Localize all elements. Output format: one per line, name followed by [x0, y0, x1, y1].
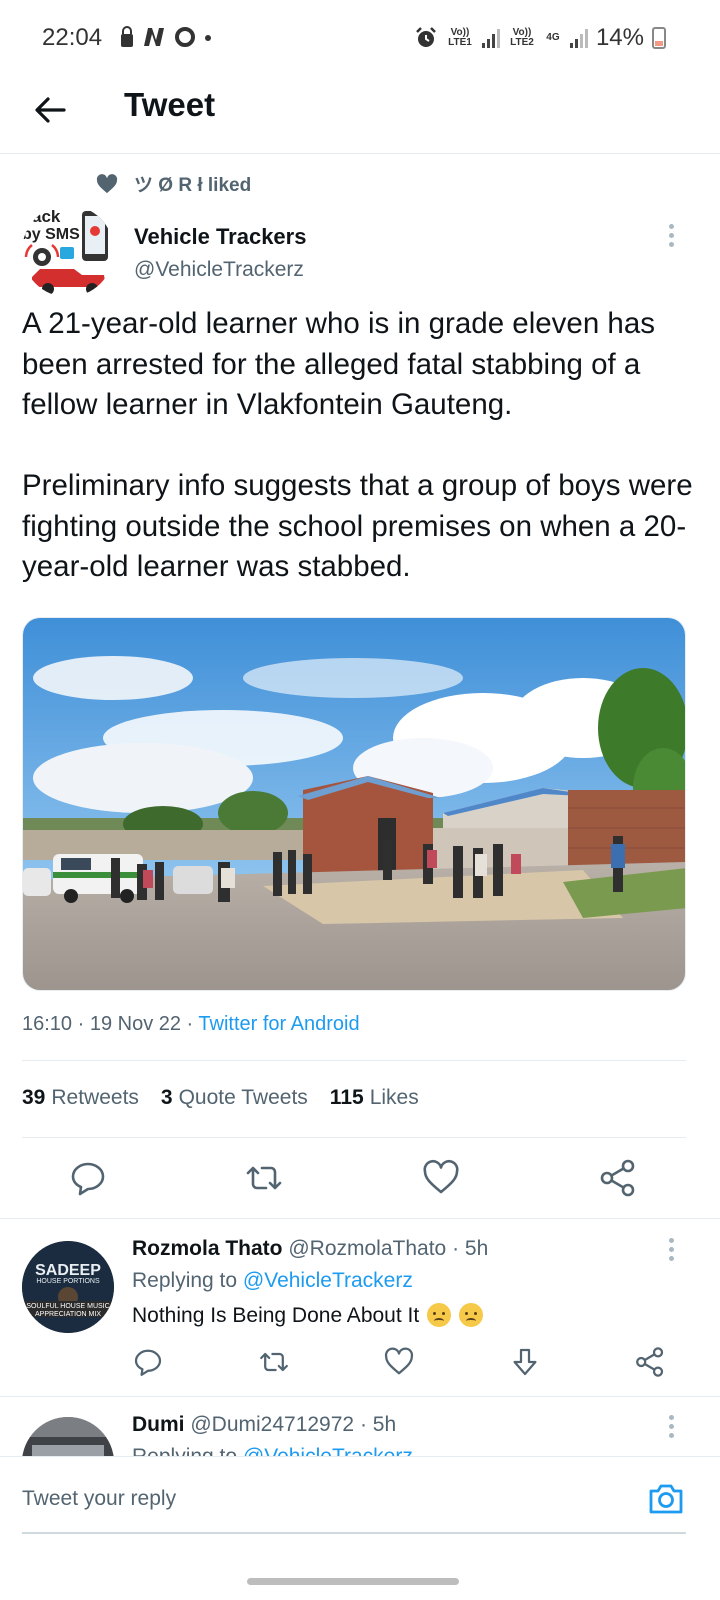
- reply-author-handle: @RozmolaThato: [288, 1237, 447, 1260]
- reply-author-name: Rozmola Thato: [132, 1237, 283, 1260]
- replying-prefix: Replying to: [132, 1269, 243, 1292]
- social-context[interactable]: ツ Ø R ł liked: [96, 170, 251, 197]
- tweet-paragraph-1: A 21-year-old learner who is in grade el…: [22, 307, 655, 421]
- school-scene-image: [23, 618, 685, 990]
- retweets-stat[interactable]: 39 Retweets: [22, 1086, 139, 1110]
- liked-by-text: ツ Ø R ł liked: [134, 175, 252, 196]
- avatar-image: SADEEP HOUSE PORTIONS SOULFUL HOUSE MUSI…: [22, 1241, 114, 1333]
- tweet-source-link[interactable]: Twitter for Android: [198, 1013, 359, 1035]
- status-right: Vo)) LTE1 Vo)) LTE2 4G 14%: [414, 24, 666, 52]
- replying-handle-link[interactable]: @VehicleTrackerz: [243, 1445, 413, 1456]
- tweet-paragraph-2: Preliminary info suggests that a group o…: [22, 469, 693, 583]
- reply-input-placeholder[interactable]: Tweet your reply: [22, 1487, 176, 1511]
- avatar-text-3: SOULFUL HOUSE MUSIC: [26, 1303, 109, 1310]
- author-handle[interactable]: @VehicleTrackerz: [134, 258, 304, 282]
- lock-notification-icon: [121, 26, 133, 47]
- divider: [22, 1137, 686, 1138]
- avatar-text-1: SADEEP: [35, 1262, 101, 1279]
- quote-tweets-stat[interactable]: 3 Quote Tweets: [161, 1086, 308, 1110]
- tweet-body: A 21-year-old learner who is in grade el…: [22, 304, 698, 628]
- camera-icon[interactable]: [646, 1479, 686, 1519]
- quotes-count: 3: [160, 1086, 173, 1109]
- signal-bars-1-icon: [481, 28, 500, 48]
- more-options-icon[interactable]: [667, 224, 675, 247]
- status-bar: 22:04 Vo)) LTE1 Vo)) LTE2 4G 14%: [0, 0, 720, 76]
- reply-body-text: Nothing Is Being Done About It: [132, 1304, 420, 1327]
- crying-face-emoji-icon: [427, 1303, 452, 1327]
- vehicle-tracker-logo: ack by SMS: [22, 205, 114, 297]
- circle-app-icon: [175, 27, 195, 47]
- reply-avatar[interactable]: [22, 1417, 114, 1456]
- battery-icon: [652, 27, 666, 49]
- reply-header[interactable]: Rozmola Thato @RozmolaThato · 5h: [132, 1237, 488, 1261]
- divider: [22, 1060, 686, 1061]
- avatar-text-2: HOUSE PORTIONS: [36, 1278, 100, 1285]
- likes-stat[interactable]: 115 Likes: [330, 1086, 419, 1110]
- reply-header[interactable]: Dumi @Dumi24712972 · 5h: [132, 1413, 396, 1437]
- author-avatar[interactable]: ack by SMS: [22, 205, 114, 297]
- gesture-nav-bar[interactable]: [247, 1578, 459, 1585]
- dot-icon: [205, 35, 211, 41]
- downvote-icon[interactable]: [509, 1346, 541, 1378]
- likes-label: Likes: [369, 1086, 419, 1109]
- replying-prefix: Replying to: [132, 1445, 243, 1456]
- reply-icon[interactable]: [68, 1158, 108, 1198]
- tweet-timestamp: 16:10 · 19 Nov 22 · Twitter for Android: [22, 1013, 360, 1036]
- network-type: 4G: [546, 32, 560, 43]
- likes-count: 115: [329, 1086, 364, 1109]
- back-arrow-icon[interactable]: [30, 90, 70, 130]
- retweet-icon[interactable]: [244, 1158, 284, 1198]
- signal-bars-2-icon: [569, 28, 588, 48]
- reply-composer[interactable]: Tweet your reply: [0, 1456, 720, 1546]
- reply-time: · 5h: [359, 1413, 397, 1436]
- heart-filled-icon: [96, 173, 118, 193]
- replying-to: Replying to @VehicleTrackerz: [132, 1269, 413, 1293]
- avatar-logo-text-2: by SMS: [22, 226, 80, 243]
- reply-text: Nothing Is Being Done About It: [132, 1303, 483, 1328]
- like-icon[interactable]: [421, 1158, 461, 1198]
- reply-avatar[interactable]: SADEEP HOUSE PORTIONS SOULFUL HOUSE MUSI…: [22, 1241, 114, 1333]
- sim1-label: Vo)) LTE1: [448, 27, 472, 48]
- retweets-label: Retweets: [51, 1086, 139, 1109]
- like-icon[interactable]: [383, 1346, 415, 1378]
- retweet-icon[interactable]: [258, 1346, 290, 1378]
- input-underline: [22, 1532, 686, 1534]
- status-time: 22:04: [42, 24, 103, 51]
- battery-percent: 14%: [595, 24, 644, 51]
- reply-actions: [0, 1346, 720, 1386]
- page-title: Tweet: [124, 86, 216, 123]
- sim2-label: Vo)) LTE2: [510, 27, 534, 48]
- engagement-stats: 39 Retweets 3 Quote Tweets 115 Likes: [22, 1086, 419, 1110]
- avatar-logo-text-1: ack: [32, 207, 61, 226]
- author-name[interactable]: Vehicle Trackers: [134, 224, 306, 250]
- replying-handle-link[interactable]: @VehicleTrackerz: [243, 1269, 413, 1292]
- retweets-count: 39: [22, 1086, 46, 1109]
- reply-icon[interactable]: [132, 1346, 164, 1378]
- tweet-time: 16:10 · 19 Nov 22 ·: [22, 1013, 199, 1035]
- alarm-icon: [416, 27, 436, 47]
- reply-author-handle: @Dumi24712972: [190, 1413, 355, 1436]
- reply-item[interactable]: Dumi @Dumi24712972 · 5h Replying to @Veh…: [0, 1397, 720, 1456]
- share-icon[interactable]: [634, 1346, 666, 1378]
- reply-more-icon[interactable]: [667, 1415, 675, 1438]
- reply-more-icon[interactable]: [667, 1238, 675, 1261]
- reply-author-name: Dumi: [132, 1413, 185, 1436]
- avatar-text-4: APPRECIATION MIX: [35, 1311, 101, 1318]
- reply-time: · 5h: [452, 1237, 489, 1260]
- top-app-bar: Tweet: [0, 76, 720, 154]
- quotes-label: Quote Tweets: [178, 1086, 308, 1109]
- pensive-face-emoji-icon: [458, 1303, 483, 1327]
- tweet-actions: [0, 1152, 720, 1208]
- notification-icons: [120, 26, 212, 48]
- replying-to: Replying to @VehicleTrackerz: [132, 1445, 413, 1456]
- share-icon[interactable]: [598, 1158, 638, 1198]
- divider: [0, 1218, 720, 1219]
- avatar-image: [22, 1417, 114, 1456]
- n-app-icon: [144, 28, 164, 46]
- tweet-photo[interactable]: [22, 617, 686, 991]
